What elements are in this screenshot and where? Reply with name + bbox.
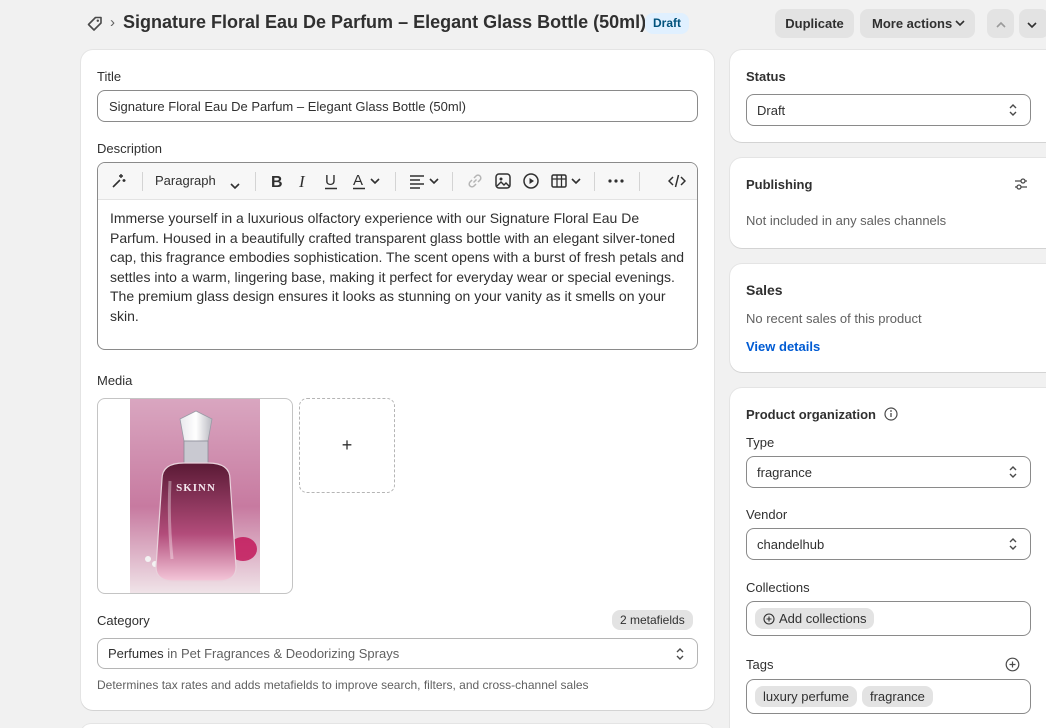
next-product-button[interactable] xyxy=(1019,9,1046,38)
type-select[interactable]: fragrance xyxy=(746,456,1031,488)
svg-text:B: B xyxy=(271,174,283,190)
view-details-link[interactable]: View details xyxy=(746,339,820,354)
bold-icon[interactable]: B xyxy=(270,172,284,190)
vendor-label: Vendor xyxy=(746,507,788,522)
sales-label: Sales xyxy=(746,282,783,298)
product-details-card: Title Signature Floral Eau De Parfum – E… xyxy=(81,50,714,710)
tag-chip[interactable]: fragrance xyxy=(861,686,933,707)
status-value: Draft xyxy=(757,102,786,118)
paragraph-format-select[interactable]: Paragraph xyxy=(155,173,216,188)
bottle-brand-text: SKINN xyxy=(176,482,216,494)
code-view-icon[interactable] xyxy=(668,172,686,190)
tag-chip[interactable]: luxury perfume xyxy=(755,686,857,707)
editor-toolbar: Paragraph B I U A xyxy=(98,163,697,200)
type-label: Type xyxy=(746,435,775,450)
underline-icon[interactable]: U xyxy=(324,172,338,190)
image-icon[interactable] xyxy=(494,172,512,190)
category-label: Category xyxy=(97,613,150,628)
magic-sparkle-icon[interactable] xyxy=(111,172,127,190)
description-editor: Paragraph B I U A Immerse yourself in a … xyxy=(97,162,698,350)
tags-field[interactable]: luxury perfume fragrance xyxy=(746,679,1031,714)
svg-text:U: U xyxy=(325,172,336,189)
add-collections-button[interactable]: Add collections xyxy=(755,608,875,629)
italic-icon[interactable]: I xyxy=(297,172,309,190)
svg-text:A: A xyxy=(353,172,363,189)
table-icon[interactable] xyxy=(551,172,583,190)
add-media-plus: + xyxy=(341,435,353,455)
page-header: › Signature Floral Eau De Parfum – Elega… xyxy=(0,0,1046,48)
product-tag-icon[interactable] xyxy=(86,15,104,33)
chevron-down-icon xyxy=(955,20,965,27)
status-badge: Draft xyxy=(645,13,690,34)
select-arrows-icon xyxy=(1009,538,1017,550)
manage-channels-icon[interactable] xyxy=(1014,177,1028,191)
video-icon[interactable] xyxy=(522,172,540,190)
description-label: Description xyxy=(97,141,163,156)
category-select[interactable]: Perfumes in Pet Fragrances & Deodorizing… xyxy=(97,638,698,669)
title-input[interactable]: Signature Floral Eau De Parfum – Elegant… xyxy=(97,90,698,122)
collections-label: Collections xyxy=(746,580,810,595)
vendor-value: chandelhub xyxy=(757,536,825,552)
title-input-value: Signature Floral Eau De Parfum – Elegant… xyxy=(109,98,466,114)
product-organization-label: Product organization xyxy=(746,407,876,422)
breadcrumb-separator: › xyxy=(110,14,115,31)
title-label: Title xyxy=(97,69,122,84)
svg-text:I: I xyxy=(298,172,306,190)
add-collections-label: Add collections xyxy=(779,611,867,626)
media-label: Media xyxy=(97,373,133,388)
status-select[interactable]: Draft xyxy=(746,94,1031,126)
sales-text: No recent sales of this product xyxy=(746,311,922,326)
more-options-icon[interactable] xyxy=(608,172,624,190)
previous-product-button[interactable] xyxy=(987,9,1014,38)
page-title: Signature Floral Eau De Parfum – Elegant… xyxy=(123,12,647,32)
link-icon[interactable] xyxy=(466,172,484,190)
duplicate-button[interactable]: Duplicate xyxy=(775,9,854,38)
category-name: Perfumes xyxy=(108,646,164,661)
product-organization-card: Product organization Type fragrance Vend… xyxy=(730,388,1046,728)
chevron-down-icon xyxy=(1027,21,1037,28)
tags-label: Tags xyxy=(746,657,774,672)
add-tag-icon[interactable] xyxy=(1005,657,1020,672)
product-image-tile[interactable]: SKINN xyxy=(97,398,293,594)
select-arrows-icon xyxy=(676,647,684,660)
category-help-text: Determines tax rates and adds metafields… xyxy=(97,678,589,692)
collections-field[interactable]: Add collections xyxy=(746,601,1031,636)
description-text[interactable]: Immerse yourself in a luxurious olfactor… xyxy=(110,209,690,327)
add-media-button[interactable]: + xyxy=(299,398,395,493)
chevron-down-icon xyxy=(230,183,240,190)
publishing-text: Not included in any sales channels xyxy=(746,213,947,228)
info-icon[interactable] xyxy=(884,407,898,421)
publishing-label: Publishing xyxy=(746,177,813,192)
metafields-badge[interactable]: 2 metafields xyxy=(612,610,693,630)
add-circle-icon xyxy=(763,612,775,625)
perfume-bottle-image: SKINN xyxy=(130,399,260,593)
sales-card: Sales No recent sales of this product Vi… xyxy=(730,264,1046,372)
vendor-select[interactable]: chandelhub xyxy=(746,528,1031,560)
select-arrows-icon xyxy=(1009,466,1017,478)
category-path: in Pet Fragrances & Deodorizing Sprays xyxy=(163,646,400,661)
text-color-icon[interactable]: A xyxy=(352,172,382,190)
more-actions-label: More actions xyxy=(872,16,953,31)
publishing-card: Publishing Not included in any sales cha… xyxy=(730,158,1046,248)
status-card: Status Draft xyxy=(730,50,1046,142)
status-label: Status xyxy=(746,69,786,84)
type-value: fragrance xyxy=(757,464,812,480)
select-arrows-icon xyxy=(1009,104,1017,116)
chevron-up-icon xyxy=(995,21,1006,28)
next-card xyxy=(81,724,714,728)
align-left-icon[interactable] xyxy=(409,172,441,190)
more-actions-button[interactable]: More actions xyxy=(860,9,975,38)
